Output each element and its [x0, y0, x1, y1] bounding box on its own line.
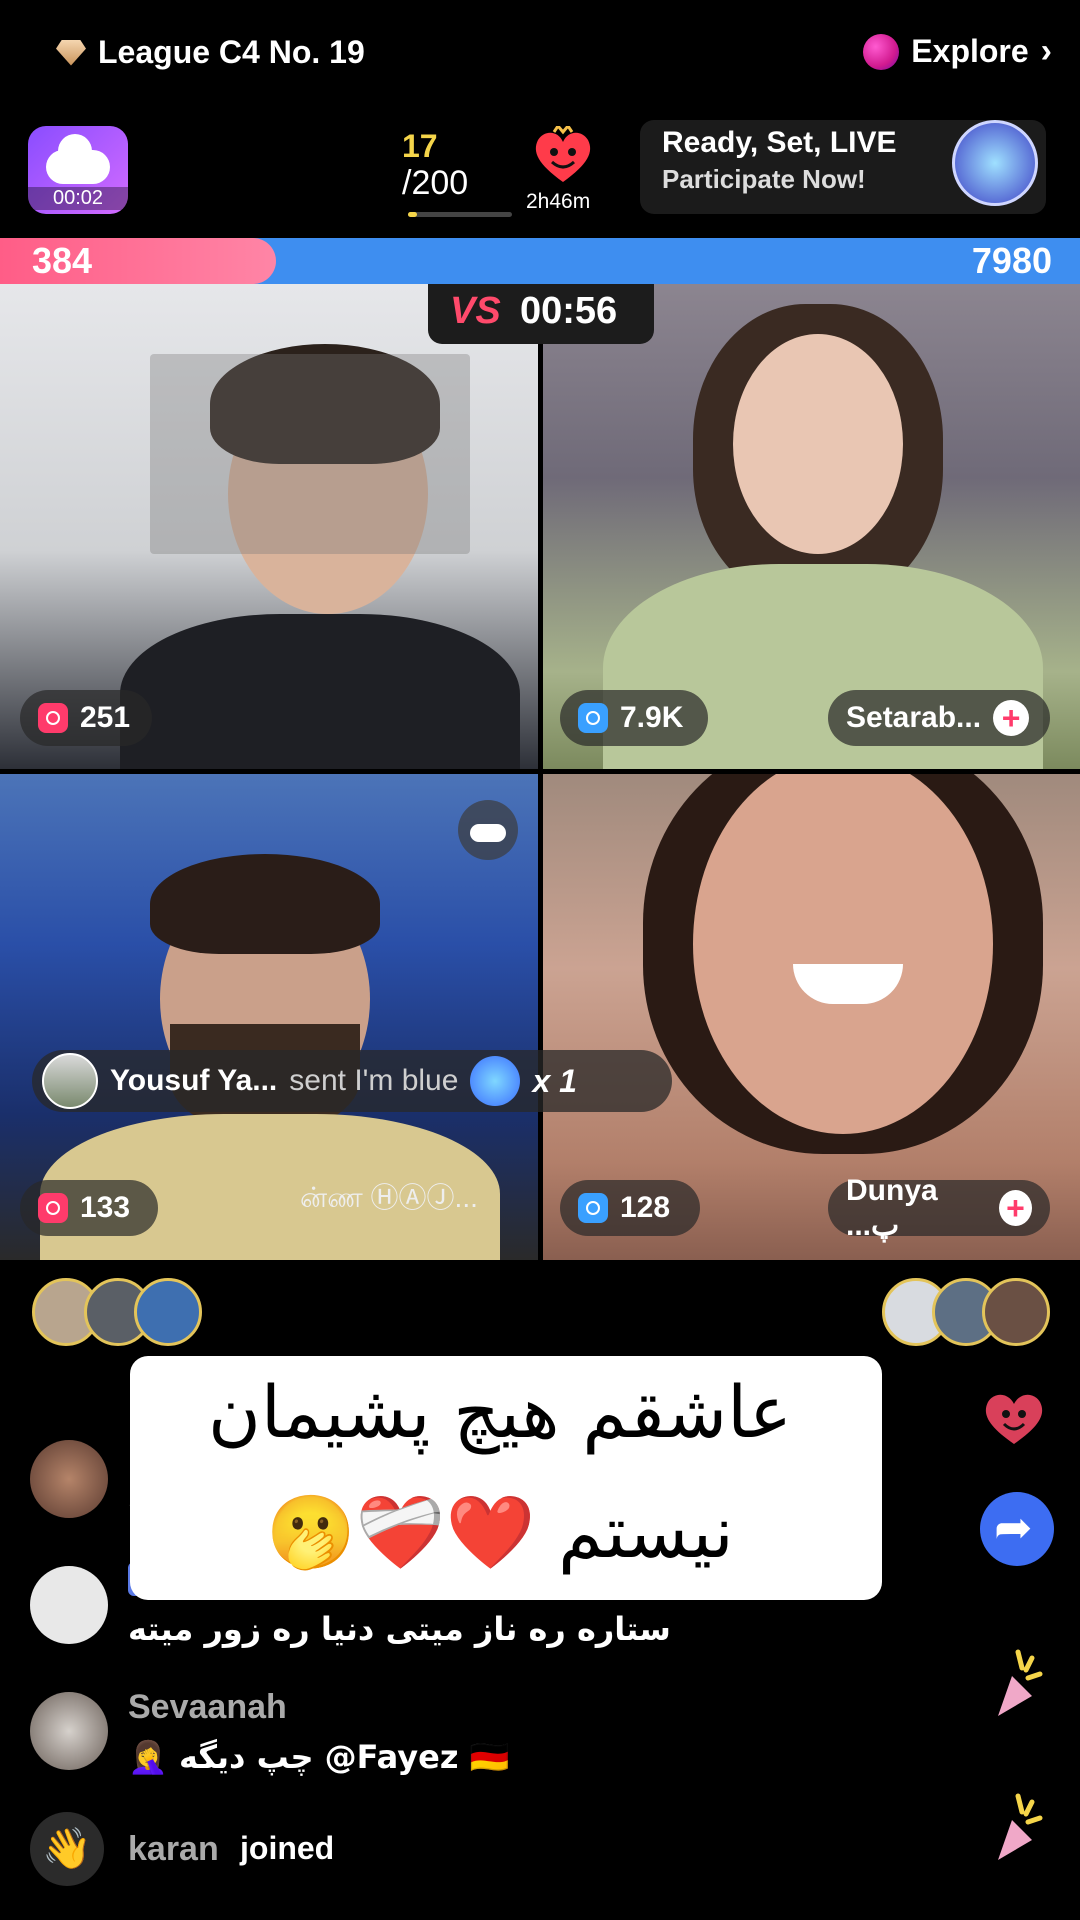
heart-gift-icon[interactable]	[980, 1386, 1048, 1448]
like-count: 128	[620, 1191, 671, 1224]
commenter-avatar[interactable]	[30, 1692, 108, 1770]
caption-line-2: نیستم ❤️❤️‍🩹🫢	[266, 1490, 734, 1574]
follow-plus-icon[interactable]: +	[993, 700, 1030, 736]
like-icon	[38, 703, 68, 733]
like-count: 133	[80, 1191, 131, 1224]
like-count-pill-2[interactable]: 7.9K	[560, 690, 708, 746]
goal-current: 17	[402, 128, 438, 164]
league-text: League C4 No. 19	[98, 34, 365, 70]
wall-painting	[150, 354, 470, 554]
vs-label: VS	[450, 290, 501, 332]
commenter-avatar[interactable]	[30, 1440, 108, 1518]
like-icon	[578, 703, 608, 733]
like-count-pill-1[interactable]: 251	[20, 690, 152, 746]
share-button[interactable]	[980, 1492, 1054, 1566]
gift-action: sent I'm blue	[289, 1064, 459, 1097]
gift-notification: Yousuf Ya... sent I'm blue x 1	[32, 1050, 672, 1112]
league-label[interactable]: League C4 No. 19	[56, 34, 365, 71]
battle-score-left: 384	[32, 240, 93, 281]
guest-face	[733, 334, 903, 554]
cloud-gift-badge[interactable]: 00:02	[28, 126, 128, 214]
goal-progress-fill	[408, 212, 417, 217]
like-count-pill-4[interactable]: 128	[560, 1180, 700, 1236]
promo-avatar[interactable]	[952, 120, 1038, 206]
goal-progress-bar	[408, 212, 512, 217]
weather-cloud-icon[interactable]	[458, 800, 518, 860]
joined-text: joined	[240, 1830, 335, 1866]
guest-hair	[150, 854, 380, 954]
supporter-avatar-left-3[interactable]	[134, 1278, 202, 1346]
cloud-icon	[46, 134, 110, 184]
guest-name-pill-2[interactable]: Setarab... +	[828, 690, 1050, 746]
like-icon	[578, 1193, 608, 1223]
confetti-popper-icon[interactable]	[992, 1646, 1048, 1722]
heart-gift-icon[interactable]	[530, 126, 596, 186]
confetti-popper-icon[interactable]	[992, 1790, 1048, 1866]
host-shirt	[120, 614, 520, 769]
promo-subtitle: Participate Now!	[662, 164, 866, 194]
like-icon	[38, 1193, 68, 1223]
like-count: 7.9K	[620, 701, 684, 734]
follow-plus-icon[interactable]: +	[998, 1190, 1032, 1226]
like-count: 251	[80, 701, 131, 734]
comment-text: ستاره ره ناز میتی دنیا ره زور میته	[128, 1610, 671, 1648]
diamond-icon	[56, 39, 86, 66]
caption-line-1: عاشقم هیچ پشیمان	[208, 1370, 792, 1454]
comment-text: 🤦‍♀️ چپ دیگه @Fayez 🇩🇪	[128, 1738, 510, 1776]
heart-timer: 2h46m	[526, 190, 591, 213]
supporter-avatar-right-3[interactable]	[982, 1278, 1050, 1346]
commenter-name[interactable]: Sevaanah	[128, 1688, 287, 1727]
guest-name: Dunya ...پ	[846, 1173, 938, 1242]
joined-user-name[interactable]: karan	[128, 1830, 219, 1869]
battle-timer: 00:56	[520, 290, 618, 332]
commenter-avatar-default[interactable]	[30, 1566, 108, 1644]
guest-name: Setarab...	[846, 701, 982, 734]
cloud-timer: 00:02	[28, 187, 128, 210]
guest-tag: ன்ண ⒽⒶⒿ...	[300, 1182, 478, 1213]
like-count-pill-3[interactable]: 133	[20, 1180, 158, 1236]
explore-button[interactable]: Explore ›	[863, 32, 1052, 71]
battle-score-right: 7980	[971, 240, 1052, 281]
gift-sender-name: Yousuf Ya...	[110, 1064, 278, 1097]
gift-im-blue-icon	[470, 1056, 521, 1106]
gift-sender-avatar[interactable]	[42, 1053, 98, 1109]
explore-orb-icon	[863, 33, 900, 70]
goal-total: /200	[402, 164, 469, 202]
explore-label: Explore	[911, 33, 1029, 69]
guest-name-pill-4[interactable]: Dunya ...پ +	[828, 1174, 1050, 1242]
promo-title: Ready, Set, LIVE	[662, 126, 897, 159]
wave-hand-icon: 👋	[30, 1812, 104, 1886]
gift-multiplier: x 1	[532, 1062, 577, 1099]
chevron-right-icon: ›	[1040, 32, 1052, 70]
